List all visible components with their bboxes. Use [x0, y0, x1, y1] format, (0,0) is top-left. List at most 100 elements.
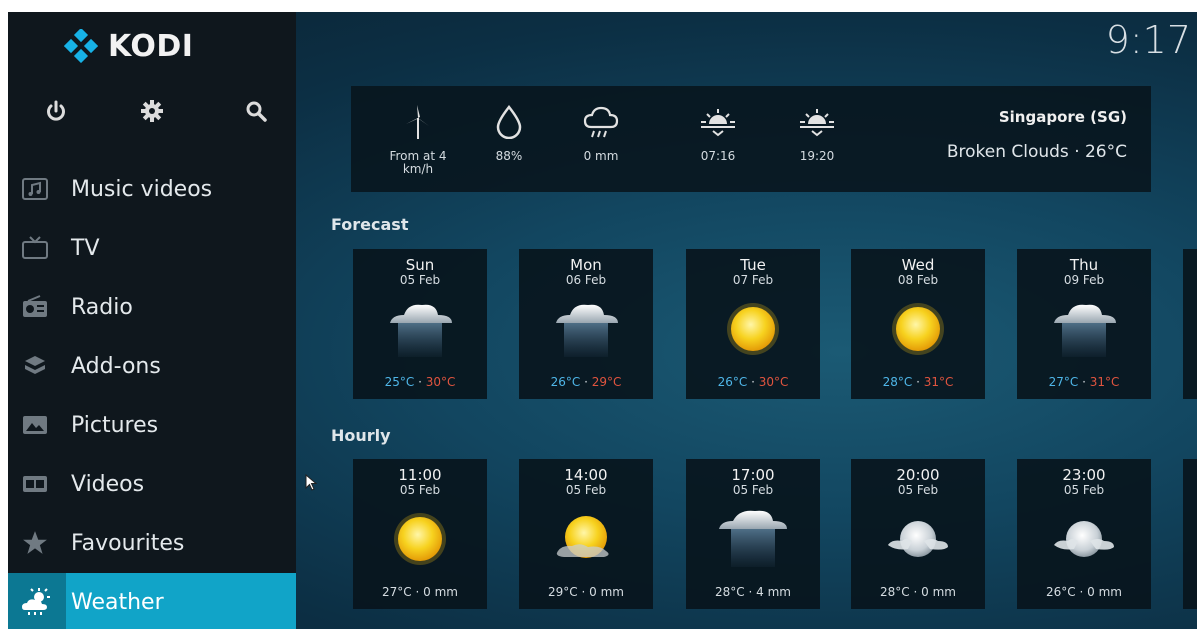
rain-cloud-icon [546, 295, 626, 359]
temp-high: 29°C [591, 375, 622, 389]
moon-cloud-icon [878, 505, 958, 569]
forecast-day: Thu [1069, 256, 1099, 274]
menu-item-add-ons[interactable]: Add-ons [8, 337, 296, 395]
gear-icon[interactable] [137, 96, 167, 126]
menu-item-weather[interactable]: Weather [8, 573, 296, 629]
hourly-summary: 28°C · 4 mm [715, 585, 791, 599]
wind-info: From at 4 km/h [373, 102, 463, 176]
forecast-card[interactable]: Thu 09 Feb 27°C · 31°C [1017, 249, 1151, 399]
kodi-logo-icon [64, 29, 98, 63]
menu-item-label: Favourites [71, 530, 185, 556]
forecast-temps: 27°C · 31°C [1017, 375, 1151, 389]
menu-item-tv[interactable]: TV [8, 219, 296, 277]
hourly-time: 14:00 [564, 466, 608, 484]
forecast-date: 08 Feb [897, 273, 939, 287]
hourly-card[interactable]: 17:00 05 Feb 28°C · 4 mm [686, 459, 820, 609]
precipitation-info: 0 mm [556, 102, 646, 163]
sidebar: KODI Music videos TV Radio Add-ons Pictu… [8, 12, 296, 629]
hourly-date: 05 Feb [732, 483, 774, 497]
location-block: Singapore (SG) Broken Clouds · 26°C [947, 108, 1127, 162]
menu-item-music-videos[interactable]: Music videos [8, 160, 296, 218]
rain-cloud-icon [713, 505, 793, 569]
search-icon[interactable] [241, 96, 271, 126]
menu-item-label: TV [71, 235, 100, 261]
temp-low: 26°C [550, 375, 581, 389]
menu-item-label: Videos [71, 471, 145, 497]
forecast-date: 06 Feb [565, 273, 607, 287]
hourly-date: 05 Feb [897, 483, 939, 497]
temp-high: 30°C [758, 375, 789, 389]
forecast-date: 05 Feb [399, 273, 441, 287]
forecast-heading: Forecast [331, 215, 409, 234]
forecast-card-partial[interactable] [1183, 249, 1197, 399]
menu-item-label: Add-ons [71, 353, 161, 379]
hourly-date: 05 Feb [399, 483, 441, 497]
temp-separator: · [1078, 375, 1090, 389]
forecast-day: Sun [405, 256, 435, 274]
sunrise-icon [701, 109, 735, 137]
forecast-card[interactable]: Wed 08 Feb 28°C · 31°C [851, 249, 985, 399]
menu-item-radio[interactable]: Radio [8, 278, 296, 336]
temp-separator: · [580, 375, 592, 389]
power-icon[interactable] [41, 96, 71, 126]
temp-high: 30°C [425, 375, 456, 389]
hourly-time: 11:00 [398, 466, 442, 484]
hourly-summary: 29°C · 0 mm [548, 585, 624, 599]
hourly-card[interactable]: 11:00 05 Feb 27°C · 0 mm [353, 459, 487, 609]
hourly-summary: 28°C · 0 mm [880, 585, 956, 599]
videos-icon [20, 469, 50, 499]
hourly-card-partial[interactable] [1183, 459, 1197, 609]
location-name: Singapore (SG) [998, 108, 1127, 126]
humidity-info: 88% [464, 102, 554, 163]
star-icon [20, 528, 50, 558]
hourly-time: 23:00 [1062, 466, 1106, 484]
menu-item-label: Pictures [71, 412, 159, 438]
sun-icon [380, 505, 460, 569]
forecast-date: 07 Feb [732, 273, 774, 287]
weather-icon [8, 573, 66, 629]
menu-item-label: Radio [71, 294, 133, 320]
wind-turbine-icon [406, 105, 429, 139]
current-condition: Broken Clouds · 26°C [946, 142, 1127, 162]
forecast-card[interactable]: Tue 07 Feb 26°C · 30°C [686, 249, 820, 399]
hourly-card[interactable]: 23:00 05 Feb 26°C · 0 mm [1017, 459, 1151, 609]
temp-separator: · [747, 375, 759, 389]
hourly-card[interactable]: 20:00 05 Feb 28°C · 0 mm [851, 459, 985, 609]
hourly-summary: 27°C · 0 mm [382, 585, 458, 599]
tv-icon [20, 233, 50, 263]
forecast-card[interactable]: Sun 05 Feb 25°C · 30°C [353, 249, 487, 399]
sun-icon [878, 295, 958, 359]
sun-icon [713, 295, 793, 359]
hourly-time: 17:00 [731, 466, 775, 484]
water-drop-icon [496, 105, 522, 139]
rain-cloud-icon [1044, 295, 1124, 359]
hourly-summary: 26°C · 0 mm [1046, 585, 1122, 599]
temp-low: 25°C [384, 375, 415, 389]
menu-item-pictures[interactable]: Pictures [8, 396, 296, 454]
pictures-icon [20, 410, 50, 440]
temp-high: 31°C [1089, 375, 1120, 389]
sunrise-value: 07:16 [700, 149, 736, 163]
menu-item-label: Weather [71, 589, 164, 615]
menu-item-videos[interactable]: Videos [8, 455, 296, 513]
forecast-day: Wed [901, 256, 935, 274]
sun-cloud-icon [546, 505, 626, 569]
sunrise-info: 07:16 [672, 102, 764, 163]
temp-high: 31°C [923, 375, 954, 389]
sunset-icon [800, 109, 834, 137]
hourly-heading: Hourly [331, 426, 391, 445]
addons-icon [20, 351, 50, 381]
menu-item-label: Music videos [71, 176, 213, 202]
precipitation-value: 0 mm [583, 149, 619, 163]
menu-item-favourites[interactable]: Favourites [8, 514, 296, 572]
hourly-time: 20:00 [896, 466, 940, 484]
music-video-icon [20, 174, 50, 204]
forecast-temps: 26°C · 29°C [519, 375, 653, 389]
humidity-value: 88% [495, 149, 523, 163]
temp-low: 26°C [717, 375, 748, 389]
forecast-date: 09 Feb [1063, 273, 1105, 287]
current-conditions-panel: From at 4 km/h 88% 0 mm 07:16 19:20 Sing… [351, 86, 1151, 192]
forecast-temps: 26°C · 30°C [686, 375, 820, 389]
hourly-card[interactable]: 14:00 05 Feb 29°C · 0 mm [519, 459, 653, 609]
forecast-card[interactable]: Mon 06 Feb 26°C · 29°C [519, 249, 653, 399]
